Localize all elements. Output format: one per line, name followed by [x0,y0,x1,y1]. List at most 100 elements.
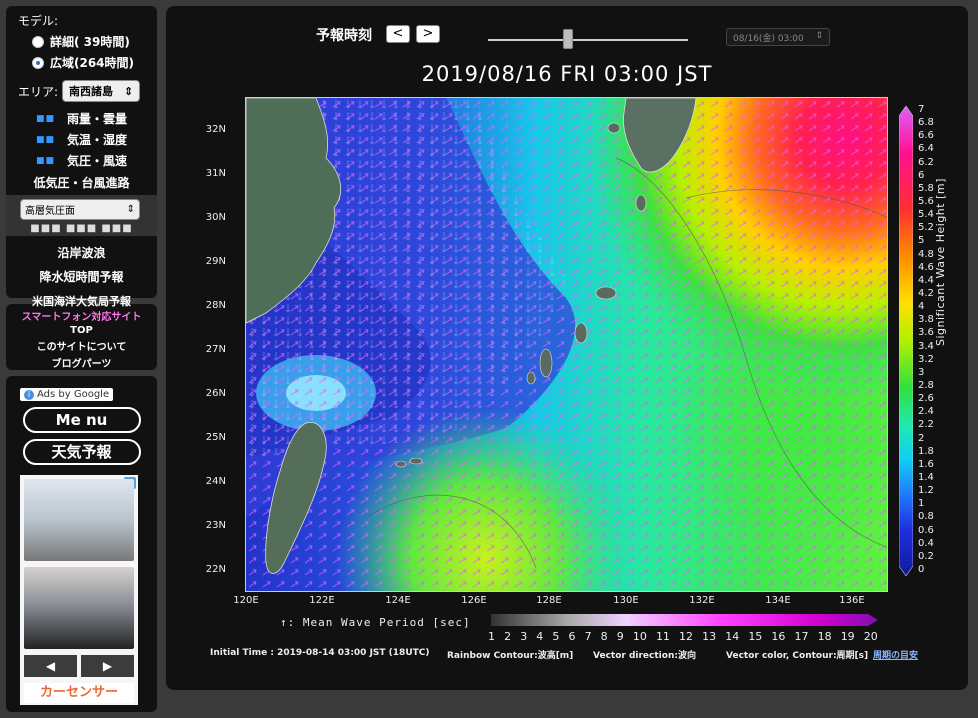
period-tick: 13 [702,630,717,643]
period-tick: 12 [679,630,694,643]
colorbar-tick: 5.8 [918,182,934,194]
lat-tick: 31N [205,168,226,179]
sidebar: モデル: 詳細( 39時間) 広域(264時間) エリア: 南西諸島 ⇕ ■■ … [6,6,157,718]
bullet-icon: ■■ [36,134,56,145]
colorbar-tick: 2.4 [918,406,934,418]
typhoon-link[interactable]: 低気圧・台風進路 [6,174,157,191]
colorbar-tick: 6.8 [918,117,934,129]
link-smartphone[interactable]: スマートフォン対応サイト [14,308,149,323]
main-panel: 予報時刻 < > 08/16(金) 03:00 ⇕ 2019/08/16 FRI… [166,6,968,690]
lon-tick: 126E [461,595,487,606]
ad-banner[interactable]: ◀ ▶ カーセンサー [20,475,138,705]
prev-time-button[interactable]: < [386,25,410,43]
colorbar-tick: 3.6 [918,327,934,339]
ad-prev-button[interactable]: ◀ [24,655,77,677]
lat-tick: 24N [205,476,226,487]
lon-tick: 124E [385,595,411,606]
time-slider-thumb[interactable] [563,29,573,49]
period-tick: 2 [504,630,512,643]
map-title: 2019/08/16 FRI 03:00 JST [421,62,713,86]
info-icon: i [24,390,34,400]
colorbar-tick: 3.8 [918,314,934,326]
link-top[interactable]: TOP [14,325,149,336]
colorbar-tick: 5 [918,235,925,247]
ad-weather-button[interactable]: 天気予報 [22,439,141,465]
ad-car-image[interactable] [24,567,134,649]
period-tick: 20 [863,630,878,643]
ads-by-google-label: Ads by Google [37,389,110,400]
next-time-button[interactable]: > [416,25,440,43]
period-tick: 14 [725,630,740,643]
colorbar-tick: 7 [918,104,925,115]
period-tick: 16 [771,630,786,643]
time-slider-track[interactable] [488,39,688,41]
colorbar-tick: 2.6 [918,393,934,405]
colorbar-tick: 5.2 [918,222,934,234]
colorbar-tick: 2 [918,432,925,444]
link-about[interactable]: このサイトについて [14,338,149,353]
colorbar-tick: 0.6 [918,524,934,536]
period-tick: 5 [552,630,560,643]
lat-tick: 23N [205,520,226,531]
ad-next-button[interactable]: ▶ [81,655,134,677]
colorbar-tick: 1.8 [918,445,934,457]
area-label: エリア: [18,84,59,99]
period-tick: 6 [568,630,576,643]
model-option-detail[interactable]: 詳細( 39時間) [6,33,157,50]
colorbar-tick: 2.8 [918,380,934,391]
colorbar-tick: 1.6 [918,458,934,470]
menu-rain-cloud[interactable]: ■■ 雨量・雲量 [6,110,157,127]
menu-rain-cloud-label: 雨量・雲量 [67,112,128,126]
rainbow-note: Rainbow Contour:波高[m] [447,651,574,661]
vector-direction-note: Vector direction:波向 [593,651,696,661]
datetime-select-value: 08/16(金) 03:00 [733,34,804,44]
period-tick: 10 [632,630,647,643]
model-option-wide[interactable]: 広域(264時間) [6,54,157,71]
datetime-select[interactable]: 08/16(金) 03:00 ⇕ [726,28,830,46]
upper-air-dots[interactable]: ■■■ ■■■ ■■■ [20,223,143,234]
period-colorbar [491,614,878,626]
colorbar-tick: 0.8 [918,511,934,523]
upper-air-select[interactable]: 高層気圧面 ⇕ [20,199,140,220]
area-select-value: 南西諸島 [69,85,114,98]
colorbar-tick: 5.4 [918,209,934,221]
upper-air-band: 高層気圧面 ⇕ ■■■ ■■■ ■■■ [6,195,157,236]
period-tick: 1 [488,630,495,643]
menu-pressure-wind[interactable]: ■■ 気圧・風速 [6,152,157,169]
colorbar-tick: 1.4 [918,472,934,483]
period-tick: 17 [794,630,809,643]
period-tick: 8 [600,630,608,643]
ad-car-image[interactable] [24,479,134,561]
initial-time: Initial Time : 2019-08-14 03:00 JST (18U… [210,648,430,658]
lat-tick: 26N [205,388,226,399]
period-tick: 11 [655,630,670,643]
link-short-precip[interactable]: 降水短時間予報 [6,268,157,285]
updown-icon: ⇕ [815,31,823,41]
upper-air-select-value: 高層気圧面 [25,206,75,217]
bullet-icon: ■■ [36,113,56,124]
colorbar-tick: 0.2 [918,550,934,562]
lat-tick: 28N [205,300,226,311]
area-select[interactable]: 南西諸島 ⇕ [62,80,141,102]
link-coastal-waves[interactable]: 沿岸波浪 [6,244,157,261]
period-guide-link-text[interactable]: 周期の目安 [873,651,918,661]
wave-height-map [245,97,888,592]
ad-menu-button[interactable]: Me nu [22,407,141,433]
ads-by-google[interactable]: i Ads by Google [20,388,114,401]
radio-detail[interactable] [32,35,44,48]
area-row: エリア: 南西諸島 ⇕ [6,80,157,102]
radio-wide[interactable] [32,56,44,69]
lon-tick: 132E [689,595,715,606]
lat-tick: 25N [205,432,226,443]
lon-tick: 122E [309,595,335,606]
lat-tick: 27N [205,344,226,355]
lon-tick: 136E [839,595,865,606]
link-blog-parts[interactable]: ブログパーツ [14,355,149,370]
sidebar-panel-info: スマートフォン対応サイト TOP このサイトについて ブログパーツ [6,304,157,370]
menu-temp-humidity[interactable]: ■■ 気温・湿度 [6,131,157,148]
wave-height-colorbar [899,106,913,576]
colorbar-tick: 4.6 [918,261,934,273]
colorbar-tick: 4.8 [918,248,934,260]
period-guide-link[interactable]: 周期の目安 [873,648,918,661]
ad-brand-logo[interactable]: カーセンサー [24,683,134,703]
